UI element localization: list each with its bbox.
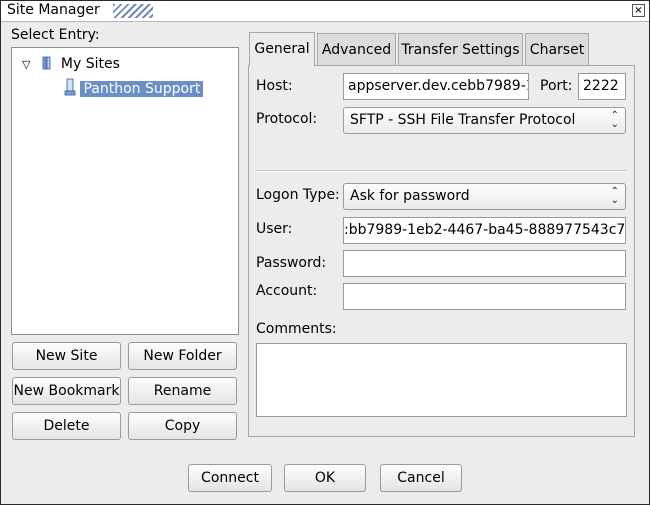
connect-button[interactable]: Connect xyxy=(188,464,272,492)
password-input[interactable] xyxy=(343,250,626,277)
tab-general[interactable]: General xyxy=(249,32,315,66)
cancel-button[interactable]: Cancel xyxy=(380,464,462,492)
tree-item-panthon-support[interactable]: Panthon Support xyxy=(64,78,204,100)
ok-button[interactable]: OK xyxy=(284,464,366,492)
port-input[interactable]: 2222 xyxy=(578,73,626,100)
user-input[interactable]: :bb7989-1eb2-4467-ba45-888977543c7e72 xyxy=(343,217,626,244)
protocol-selected-value: SFTP - SSH File Transfer Protocol xyxy=(350,112,576,128)
logon-type-label: Logon Type: xyxy=(256,187,340,203)
user-label: User: xyxy=(256,221,293,237)
tab-transfer-settings[interactable]: Transfer Settings xyxy=(398,33,523,65)
new-folder-button[interactable]: New Folder xyxy=(128,342,237,370)
password-label: Password: xyxy=(256,255,327,271)
tree-item-label: Panthon Support xyxy=(80,81,204,97)
port-label: Port: xyxy=(540,78,573,94)
separator xyxy=(256,170,626,172)
select-entry-label: Select Entry: xyxy=(11,27,100,43)
tab-advanced[interactable]: Advanced xyxy=(317,33,396,65)
copy-button[interactable]: Copy xyxy=(128,412,237,440)
title-grip-icon xyxy=(113,4,153,18)
comments-label: Comments: xyxy=(256,321,337,337)
tree-item-my-sites[interactable]: ▽ My Sites xyxy=(22,53,120,75)
protocol-label: Protocol: xyxy=(256,111,318,127)
delete-button[interactable]: Delete xyxy=(12,412,121,440)
folder-icon xyxy=(43,56,51,70)
logon-type-select[interactable]: Ask for password ⌃ ⌄ xyxy=(343,183,626,210)
tree-item-label: My Sites xyxy=(60,56,120,72)
new-site-button[interactable]: New Site xyxy=(12,342,121,370)
tab-charset[interactable]: Charset xyxy=(525,33,589,65)
updown-arrow-icon: ⌃ ⌄ xyxy=(610,110,619,130)
host-label: Host: xyxy=(256,78,293,94)
site-tree[interactable]: ▽ My Sites Panthon Support xyxy=(11,47,239,335)
site-manager-window: Site Manager × Select Entry: ▽ My Sites … xyxy=(0,0,650,505)
close-icon[interactable]: × xyxy=(632,4,645,17)
collapse-triangle-icon[interactable]: ▽ xyxy=(22,54,36,76)
rename-button[interactable]: Rename xyxy=(128,377,237,405)
window-title: Site Manager xyxy=(7,2,100,18)
logon-type-selected-value: Ask for password xyxy=(350,188,470,204)
server-icon xyxy=(64,78,76,96)
account-label: Account: xyxy=(256,283,318,299)
updown-arrow-icon: ⌃ ⌄ xyxy=(610,186,619,206)
comments-textarea[interactable] xyxy=(256,343,627,417)
account-input[interactable] xyxy=(343,283,626,310)
title-bar[interactable]: Site Manager × xyxy=(1,1,649,22)
protocol-select[interactable]: SFTP - SSH File Transfer Protocol ⌃ ⌄ xyxy=(343,107,626,134)
new-bookmark-button[interactable]: New Bookmark xyxy=(12,377,121,405)
host-input[interactable]: appserver.dev.cebb7989-1el xyxy=(343,73,529,100)
